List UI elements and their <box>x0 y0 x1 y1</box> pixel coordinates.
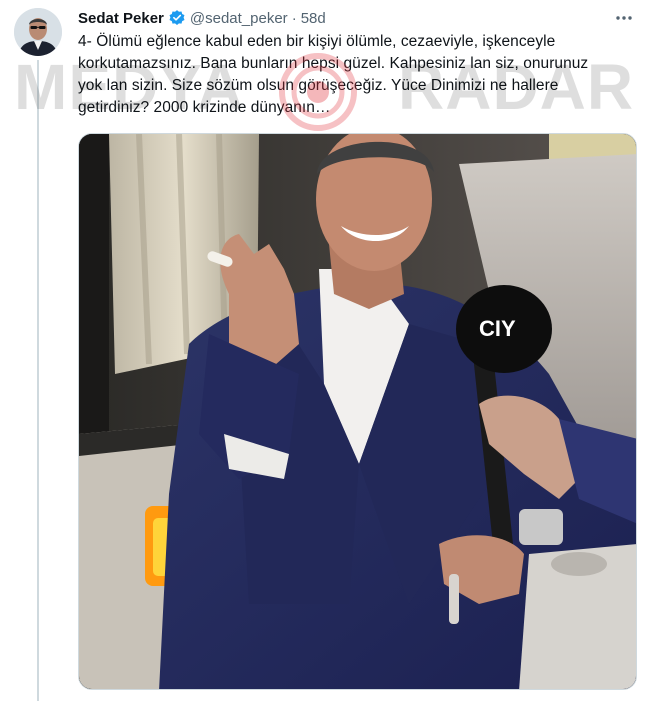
thread-line <box>37 60 39 701</box>
verified-badge-icon <box>168 9 186 27</box>
author-display-name[interactable]: Sedat Peker <box>78 10 164 27</box>
microphone-logo: CIY <box>479 316 516 341</box>
tweet-text-line: 4- Ölümü eğlence kabul eden bir kişiyi ö… <box>78 33 556 50</box>
tweet-media-video[interactable]: CIY <box>78 133 637 690</box>
avatar[interactable] <box>14 8 62 56</box>
author-handle[interactable]: @sedat_peker <box>190 10 288 27</box>
tweet-timestamp[interactable]: 58d <box>301 10 326 27</box>
tweet-text-line: korkutamazsınız. Bana bunların hepsi güz… <box>78 55 589 72</box>
video-thumbnail-image: CIY <box>79 134 636 689</box>
more-horizontal-icon[interactable] <box>612 6 636 30</box>
tweet-text-line: yok lan sizin. Size sözüm olsun görüşece… <box>78 77 559 94</box>
tweet[interactable]: Sedat Peker @sedat_peker · 58d 4- Ölümü … <box>0 0 650 701</box>
separator-dot: · <box>291 9 297 27</box>
tweet-text-line: getirdiniz? 2000 krizinde dünyanın… <box>78 99 331 116</box>
tweet-header: Sedat Peker @sedat_peker · 58d <box>78 8 636 28</box>
tweet-text: 4- Ölümü eğlence kabul eden bir kişiyi ö… <box>78 31 618 119</box>
